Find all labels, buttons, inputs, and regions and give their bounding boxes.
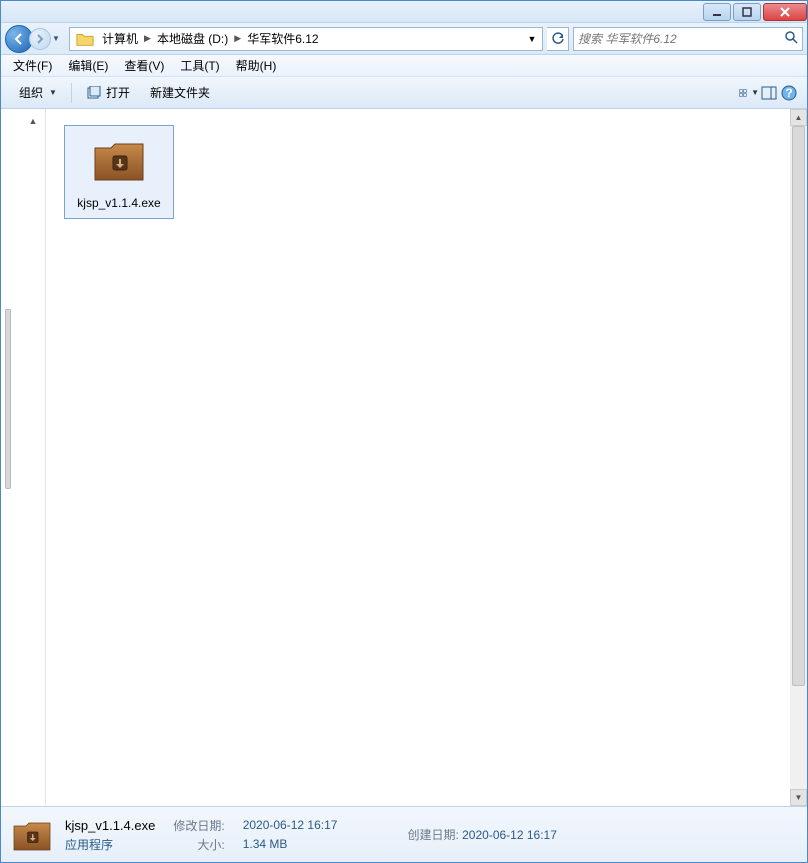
breadcrumb-item[interactable]: 华军软件6.12 <box>243 30 322 47</box>
scroll-track[interactable] <box>790 126 807 789</box>
content-scrollbar[interactable]: ▲ ▼ <box>790 109 807 806</box>
details-filename: kjsp_v1.1.4.exe <box>65 818 155 833</box>
breadcrumb-item[interactable]: 计算机 <box>98 30 142 47</box>
menu-edit[interactable]: 编辑(E) <box>60 55 116 76</box>
view-options-button[interactable]: ▼ <box>739 83 759 103</box>
details-text: kjsp_v1.1.4.exe 修改日期: 2020-06-12 16:17 应… <box>65 817 355 853</box>
details-pane: kjsp_v1.1.4.exe 修改日期: 2020-06-12 16:17 应… <box>1 806 807 862</box>
arrow-right-icon <box>35 34 45 44</box>
menu-view[interactable]: 查看(V) <box>116 55 172 76</box>
toolbar: 组织 ▼ 打开 新建文件夹 ▼ ? <box>1 77 807 109</box>
menu-file[interactable]: 文件(F) <box>5 55 60 76</box>
search-icon[interactable] <box>784 30 798 47</box>
separator <box>71 83 72 103</box>
nav-history-dropdown[interactable]: ▼ <box>51 34 61 43</box>
search-input[interactable] <box>578 32 784 46</box>
navigation-pane[interactable]: ▲ <box>1 109 46 806</box>
svg-text:?: ? <box>785 86 792 100</box>
forward-button[interactable] <box>29 28 51 50</box>
details-size-label: 大小: <box>173 836 224 853</box>
nav-buttons: ▼ <box>5 25 65 53</box>
window-controls <box>703 3 807 21</box>
organize-button[interactable]: 组织 ▼ <box>9 81 67 105</box>
titlebar <box>1 1 807 23</box>
details-created-label: 创建日期: <box>407 828 458 842</box>
arrow-left-icon <box>12 32 26 46</box>
help-button[interactable]: ? <box>779 83 799 103</box>
preview-pane-icon <box>761 86 777 100</box>
address-bar[interactable]: 计算机 ▶ 本地磁盘 (D:) ▶ 华军软件6.12 ▼ <box>69 27 543 51</box>
chevron-right-icon[interactable]: ▶ <box>232 33 243 44</box>
open-icon <box>86 86 102 100</box>
organize-label: 组织 <box>19 84 43 101</box>
minimize-icon <box>712 7 722 17</box>
nav-collapse-button[interactable]: ▲ <box>25 113 41 129</box>
chevron-down-icon: ▼ <box>751 88 759 97</box>
scroll-thumb[interactable] <box>792 126 805 686</box>
address-row: ▼ 计算机 ▶ 本地磁盘 (D:) ▶ 华军软件6.12 ▼ <box>1 23 807 55</box>
refresh-icon <box>551 32 565 46</box>
preview-pane-button[interactable] <box>759 83 779 103</box>
scroll-down-icon[interactable]: ▼ <box>790 789 807 806</box>
details-created-value: 2020-06-12 16:17 <box>462 828 557 842</box>
details-size-value: 1.34 MB <box>243 837 338 851</box>
search-box[interactable] <box>573 27 803 51</box>
new-folder-button[interactable]: 新建文件夹 <box>140 81 220 105</box>
help-icon: ? <box>781 85 797 101</box>
open-label: 打开 <box>106 84 130 101</box>
file-list[interactable]: kjsp_v1.1.4.exe ▲ ▼ <box>46 109 807 806</box>
menu-help[interactable]: 帮助(H) <box>228 55 285 76</box>
chevron-right-icon[interactable]: ▶ <box>142 33 153 44</box>
scroll-up-icon[interactable]: ▲ <box>790 109 807 126</box>
maximize-icon <box>742 7 752 17</box>
nav-scrollbar[interactable] <box>5 309 11 489</box>
main-area: ▲ kjsp_v1.1.4.exe ▲ <box>1 109 807 806</box>
folder-icon <box>76 31 94 47</box>
menu-bar: 文件(F) 编辑(E) 查看(V) 工具(T) 帮助(H) <box>1 55 807 77</box>
details-modified-value: 2020-06-12 16:17 <box>243 818 338 832</box>
details-created-group: 创建日期: 2020-06-12 16:17 <box>407 826 556 843</box>
close-icon <box>779 7 791 17</box>
open-button[interactable]: 打开 <box>76 81 140 105</box>
refresh-button[interactable] <box>547 27 569 51</box>
explorer-window: ▼ 计算机 ▶ 本地磁盘 (D:) ▶ 华军软件6.12 ▼ 文件(F) 编辑(… <box>0 0 808 863</box>
details-type: 应用程序 <box>65 836 155 853</box>
close-button[interactable] <box>763 3 807 21</box>
file-name: kjsp_v1.1.4.exe <box>77 196 160 212</box>
details-file-icon <box>11 816 53 854</box>
details-modified-label: 修改日期: <box>173 817 224 834</box>
maximize-button[interactable] <box>733 3 761 21</box>
address-dropdown[interactable]: ▼ <box>524 34 540 44</box>
chevron-down-icon: ▼ <box>49 88 57 97</box>
menu-tools[interactable]: 工具(T) <box>172 55 227 76</box>
exe-icon <box>87 132 151 188</box>
new-folder-label: 新建文件夹 <box>150 84 210 101</box>
file-item[interactable]: kjsp_v1.1.4.exe <box>64 125 174 219</box>
view-icon <box>739 86 749 100</box>
breadcrumb-item[interactable]: 本地磁盘 (D:) <box>153 30 232 47</box>
minimize-button[interactable] <box>703 3 731 21</box>
